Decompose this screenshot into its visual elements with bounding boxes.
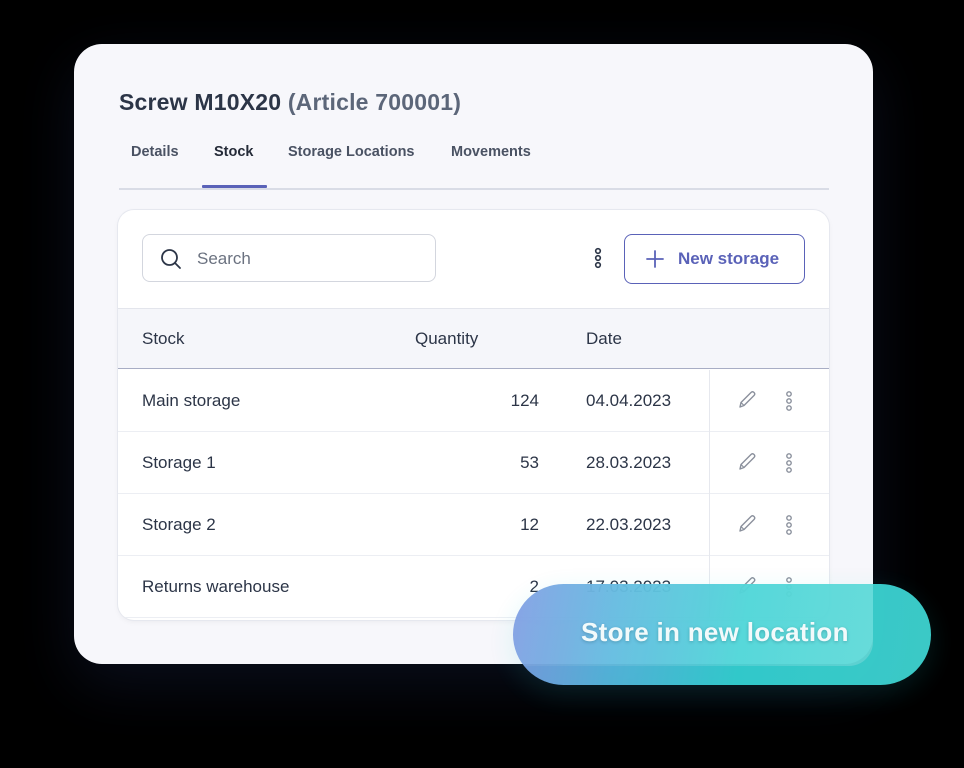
edit-pencil-icon[interactable] bbox=[736, 451, 758, 473]
row-actions bbox=[709, 370, 829, 432]
table-row[interactable]: Storage 2 12 22.03.2023 bbox=[118, 494, 829, 556]
article-card: Screw M10X20 (Article 700001) Details St… bbox=[74, 44, 873, 664]
stock-name: Storage 1 bbox=[142, 453, 216, 472]
column-header-quantity[interactable]: Quantity bbox=[415, 329, 478, 349]
row-actions bbox=[709, 432, 829, 494]
more-options-icon[interactable] bbox=[591, 247, 605, 269]
stock-name: Storage 2 bbox=[142, 515, 216, 534]
quantity-value: 53 bbox=[520, 453, 539, 472]
date-value: 28.03.2023 bbox=[586, 453, 672, 472]
article-number: (Article 700001) bbox=[287, 89, 462, 115]
date-value: 22.03.2023 bbox=[586, 515, 672, 534]
quantity-value: 12 bbox=[520, 515, 539, 534]
search-field[interactable] bbox=[142, 234, 436, 282]
active-tab-indicator bbox=[202, 185, 267, 188]
new-storage-label: New storage bbox=[678, 249, 780, 268]
row-more-options-icon[interactable] bbox=[783, 452, 795, 474]
row-more-options-icon[interactable] bbox=[783, 514, 795, 536]
table-header: Stock Quantity Date bbox=[118, 308, 829, 369]
article-name: Screw M10X20 bbox=[119, 89, 282, 115]
tab-stock[interactable]: Stock bbox=[214, 144, 254, 186]
tab-storage-locations[interactable]: Storage Locations bbox=[288, 144, 415, 186]
stock-name: Returns warehouse bbox=[142, 577, 290, 596]
search-icon bbox=[161, 249, 181, 269]
stock-panel: New storage Stock Quantity Date Main sto… bbox=[118, 210, 829, 620]
column-header-stock[interactable]: Stock bbox=[142, 329, 185, 349]
table-row[interactable]: Main storage 124 04.04.2023 bbox=[118, 370, 829, 432]
quantity-value: 124 bbox=[510, 391, 539, 410]
tab-bar: Details Stock Storage Locations Movement… bbox=[119, 144, 829, 190]
date-value: 04.04.2023 bbox=[586, 391, 672, 410]
edit-pencil-icon[interactable] bbox=[736, 389, 758, 411]
store-in-new-location-button[interactable]: Store in new location bbox=[513, 584, 931, 685]
row-actions bbox=[709, 494, 829, 556]
tab-movements[interactable]: Movements bbox=[451, 144, 531, 186]
new-storage-button[interactable]: New storage bbox=[624, 234, 805, 284]
plus-icon bbox=[646, 250, 664, 268]
edit-pencil-icon[interactable] bbox=[736, 513, 758, 535]
page-title: Screw M10X20 (Article 700001) bbox=[119, 89, 461, 116]
store-in-new-location-label: Store in new location bbox=[581, 617, 849, 647]
stock-name: Main storage bbox=[142, 391, 241, 410]
tab-details[interactable]: Details bbox=[131, 144, 179, 186]
column-header-date[interactable]: Date bbox=[586, 329, 622, 349]
row-more-options-icon[interactable] bbox=[783, 390, 795, 412]
table-row[interactable]: Storage 1 53 28.03.2023 bbox=[118, 432, 829, 494]
search-input[interactable] bbox=[195, 235, 429, 282]
